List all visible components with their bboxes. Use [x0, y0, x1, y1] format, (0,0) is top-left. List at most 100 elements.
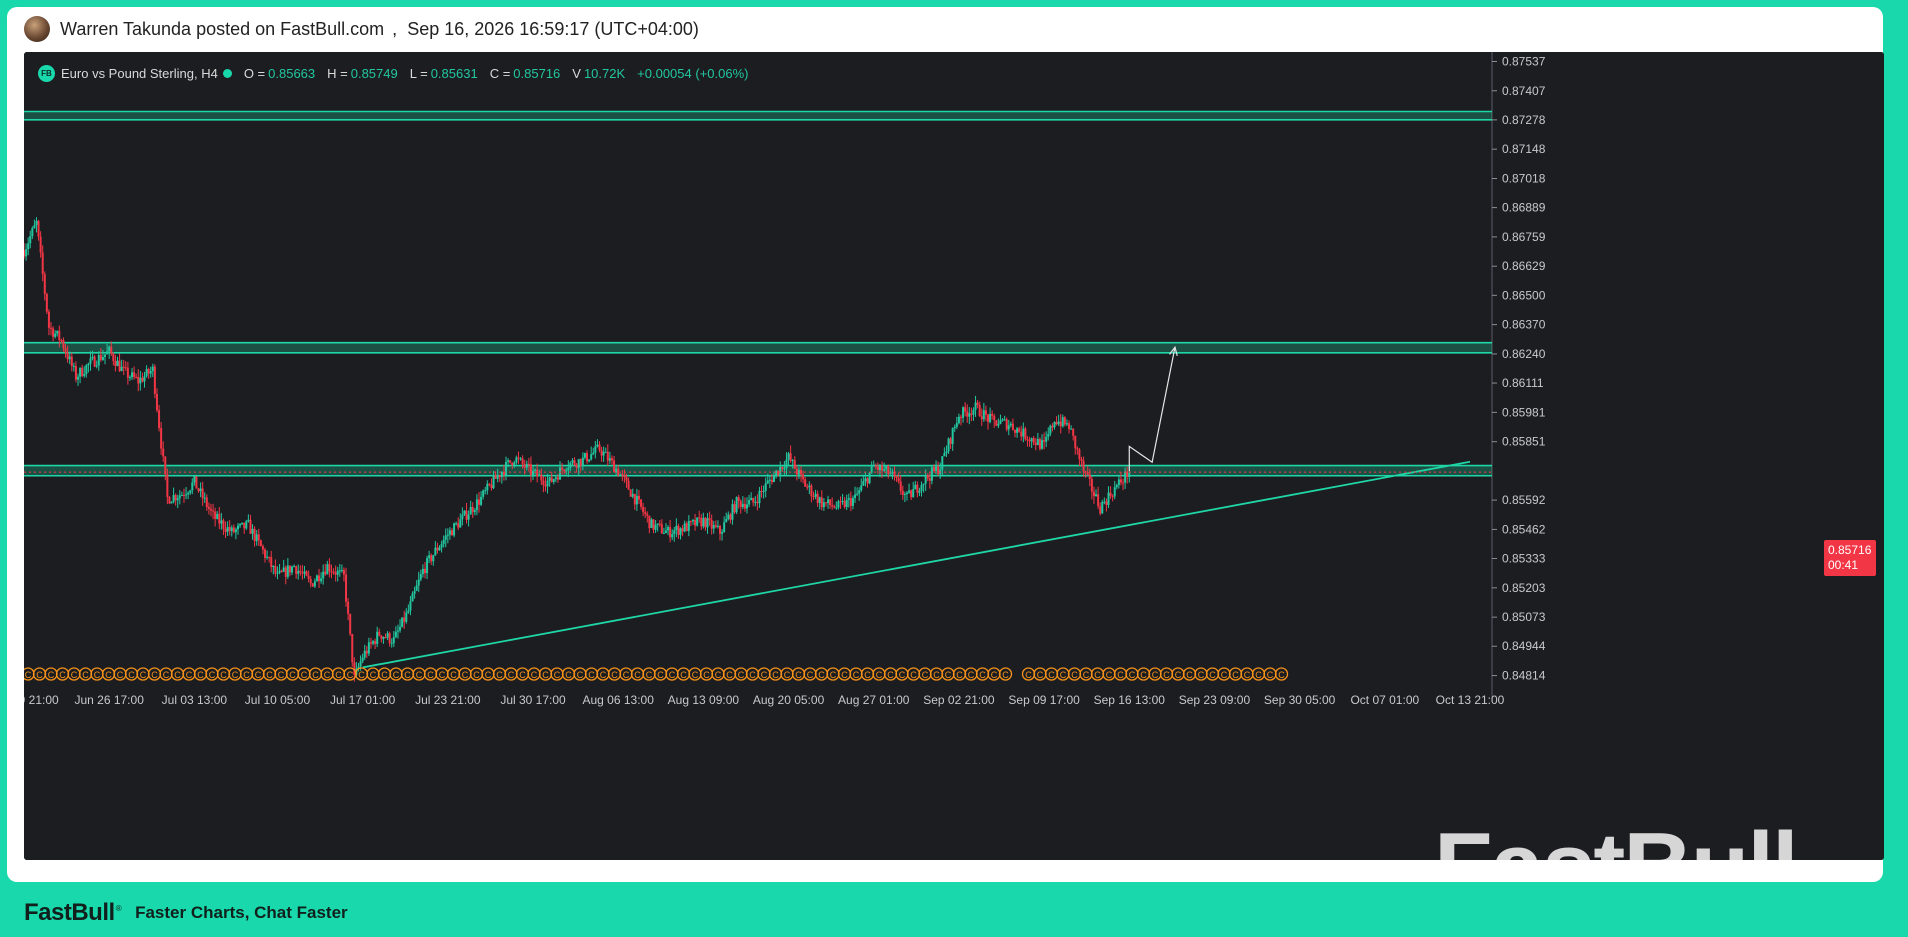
candle-body — [305, 571, 308, 576]
footer-logo[interactable]: FastBull® — [24, 899, 122, 927]
candle-body — [45, 293, 48, 312]
chart-panel[interactable]: 0.87537 0.87407 0.87278 0.87148 0.87018 0.868… — [24, 52, 1884, 860]
candle-body — [600, 450, 603, 456]
candle-body — [608, 458, 611, 461]
resistance-zone — [24, 111, 1492, 120]
event-marker-glyph: C — [795, 670, 802, 680]
event-marker-glyph: C — [749, 670, 756, 680]
event-marker-glyph: C — [151, 670, 158, 680]
candle-body — [556, 477, 559, 480]
candle-body — [970, 413, 973, 415]
legend-change: +0.00054 (+0.06%) — [637, 65, 749, 81]
candle-body — [141, 377, 144, 382]
candle-body — [399, 626, 402, 631]
event-marker-glyph: C — [243, 670, 250, 680]
candle-body — [885, 466, 888, 470]
event-marker-glyph: C — [588, 670, 595, 680]
candle-body — [866, 478, 869, 484]
candle-body — [746, 504, 748, 509]
price-axis-label: 0.87148 — [1502, 142, 1546, 156]
candle-body — [145, 369, 148, 377]
candle-body — [29, 236, 32, 244]
candle-body — [259, 540, 262, 547]
candle-body — [1045, 436, 1048, 442]
candle-body — [1095, 494, 1098, 497]
candle-body — [550, 477, 553, 482]
candle-body — [1101, 501, 1104, 514]
candle-body — [683, 523, 686, 532]
candle-body — [288, 565, 291, 573]
candle-body — [947, 438, 950, 452]
candle-body — [209, 508, 212, 511]
candle-body — [937, 466, 940, 475]
event-marker-glyph: C — [1002, 670, 1009, 680]
candle-body — [253, 528, 256, 541]
candle-body — [1065, 423, 1068, 425]
candle-body — [594, 446, 597, 453]
candle-body — [664, 530, 667, 534]
candle-body — [633, 493, 636, 505]
candle-body — [1009, 423, 1012, 426]
candle-body — [876, 466, 879, 471]
candle-body — [390, 643, 393, 645]
candle-body — [833, 506, 836, 508]
event-marker-glyph: C — [105, 670, 112, 680]
event-marker-glyph: C — [485, 670, 492, 680]
candle-body — [320, 578, 323, 582]
candle-body — [482, 490, 485, 497]
candle-body — [114, 360, 117, 366]
event-marker-glyph: C — [899, 670, 906, 680]
candle-body — [993, 415, 996, 421]
candle-body — [991, 413, 994, 416]
price-axis-label: 0.84814 — [1502, 669, 1546, 683]
chart-legend: FB Euro vs Pound Sterling, H4 O = 0.8566… — [38, 62, 760, 84]
price-axis-label: 0.86889 — [1502, 201, 1546, 215]
legend-open-label: O = — [243, 65, 266, 81]
event-marker-glyph: C — [818, 670, 825, 680]
candle-body — [517, 457, 520, 459]
candle-body — [1076, 448, 1079, 450]
candle-body — [849, 498, 852, 506]
candle-body — [500, 472, 503, 478]
candle-body — [396, 630, 399, 632]
candle-body — [1036, 438, 1039, 446]
candle-body — [679, 528, 682, 535]
candle-body — [735, 497, 738, 513]
candle-body — [806, 486, 809, 488]
price-axis-label: 0.86629 — [1502, 259, 1546, 273]
candle-body — [309, 578, 312, 584]
event-marker-glyph: C — [1140, 670, 1147, 680]
candle-body — [185, 494, 188, 496]
event-marker-glyph: C — [1278, 670, 1285, 680]
legend-symbol[interactable]: Euro vs Pound Sterling, H4 — [61, 66, 218, 81]
candle-body — [505, 461, 507, 475]
event-marker-glyph: C — [347, 670, 354, 680]
event-marker-glyph: C — [370, 670, 377, 680]
candlestick-chart[interactable]: 0.87537 0.87407 0.87278 0.87148 0.87018 0.868… — [24, 52, 1884, 860]
candle-body — [554, 477, 557, 480]
candle-body — [914, 484, 917, 490]
candle-body — [733, 504, 736, 513]
candle-body — [1126, 471, 1129, 477]
candle-body — [785, 459, 788, 469]
event-marker-glyph: C — [1117, 670, 1124, 680]
candle-body — [980, 416, 983, 420]
time-axis-label: Oct 07 01:00 — [1350, 693, 1419, 707]
candle-body — [652, 519, 655, 530]
candle-body — [43, 274, 46, 294]
candle-body — [860, 485, 863, 491]
candle-body — [328, 564, 331, 572]
candle-body — [191, 482, 194, 491]
candle-body — [413, 590, 416, 594]
candle-body — [654, 524, 657, 530]
candle-body — [858, 490, 861, 494]
avatar[interactable] — [24, 16, 50, 42]
resistance-zone — [24, 465, 1492, 476]
candle-body — [650, 519, 653, 529]
event-marker-glyph: C — [772, 670, 779, 680]
candle-body — [268, 556, 271, 558]
candle-body — [966, 411, 969, 417]
candle-body — [299, 570, 302, 573]
event-marker-glyph: C — [876, 670, 883, 680]
candle-body — [671, 534, 674, 538]
